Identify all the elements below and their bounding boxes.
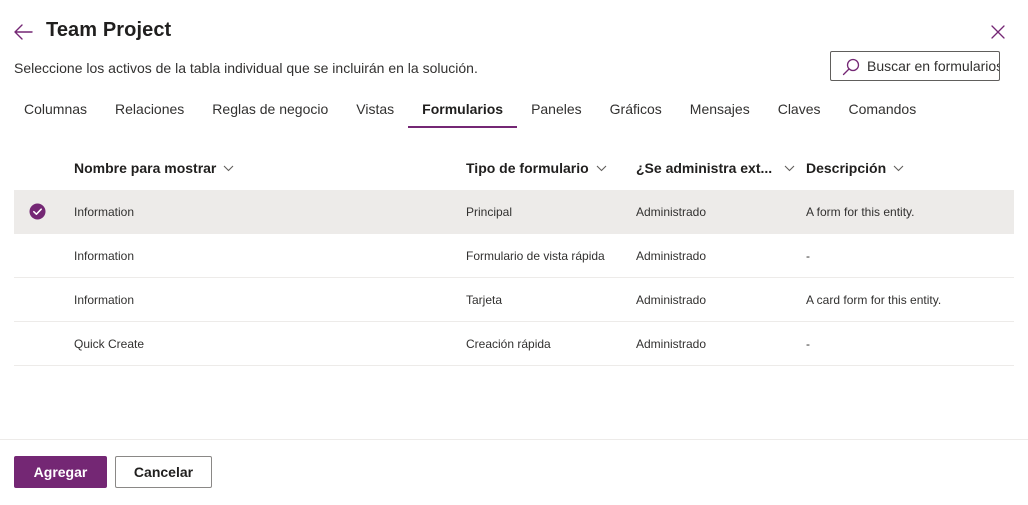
table-header-row: Nombre para mostrar Tipo de formulario ¿… xyxy=(14,146,1014,190)
forms-table: Nombre para mostrar Tipo de formulario ¿… xyxy=(14,146,1014,366)
column-header-label: Tipo de formulario xyxy=(466,160,589,176)
cell-tipo: Creación rápida xyxy=(466,336,551,351)
tab-paneles[interactable]: Paneles xyxy=(517,96,596,130)
cell-administrado: Administrado xyxy=(636,248,707,263)
arrow-left-icon[interactable] xyxy=(12,22,34,42)
row-checkbox[interactable] xyxy=(29,190,49,233)
cell-descripcion: - xyxy=(806,336,810,351)
cell-descripcion: - xyxy=(806,248,810,263)
search-box xyxy=(830,51,1000,81)
cell-administrado: Administrado xyxy=(636,292,707,307)
column-header-label: ¿Se administra ext... xyxy=(636,160,773,176)
table-row[interactable]: Information Principal Administrado A for… xyxy=(14,190,1014,234)
cell-nombre: Information xyxy=(74,204,135,219)
cell-descripcion: A card form for this entity. xyxy=(806,292,942,307)
table-row[interactable]: Quick Create Creación rápida Administrad… xyxy=(14,322,1014,366)
column-header-tipo[interactable]: Tipo de formulario xyxy=(466,146,626,190)
tab-mensajes[interactable]: Mensajes xyxy=(676,96,764,130)
cell-administrado: Administrado xyxy=(636,204,707,219)
tab-relaciones[interactable]: Relaciones xyxy=(101,96,198,130)
footer-divider xyxy=(0,439,1028,440)
tab-graficos[interactable]: Gráficos xyxy=(596,96,676,130)
page-subtitle: Seleccione los activos de la tabla indiv… xyxy=(14,60,478,76)
column-header-label: Descripción xyxy=(806,160,887,176)
column-header-label: Nombre para mostrar xyxy=(74,160,217,176)
chevron-down-icon xyxy=(224,165,234,171)
tab-reglas-de-negocio[interactable]: Reglas de negocio xyxy=(198,96,342,130)
add-button[interactable]: Agregar xyxy=(14,456,107,488)
tab-bar: Columnas Relaciones Reglas de negocio Vi… xyxy=(10,96,930,132)
tab-comandos[interactable]: Comandos xyxy=(835,96,931,130)
search-icon xyxy=(842,58,860,76)
cancel-button[interactable]: Cancelar xyxy=(115,456,212,488)
search-input[interactable] xyxy=(867,52,999,80)
tab-vistas[interactable]: Vistas xyxy=(342,96,408,130)
cell-nombre: Information xyxy=(74,248,135,263)
cell-tipo: Formulario de vista rápida xyxy=(466,248,605,263)
table-row[interactable]: Information Tarjeta Administrado A card … xyxy=(14,278,1014,322)
cell-tipo: Tarjeta xyxy=(466,292,503,307)
chevron-down-icon xyxy=(784,165,795,171)
cell-descripcion: A form for this entity. xyxy=(806,204,915,219)
checkmark-circle-icon xyxy=(29,203,46,220)
tab-columnas[interactable]: Columnas xyxy=(10,96,101,130)
tab-formularios[interactable]: Formularios xyxy=(408,96,517,130)
column-header-nombre[interactable]: Nombre para mostrar xyxy=(74,146,454,190)
page-title: Team Project xyxy=(46,19,172,41)
chevron-down-icon xyxy=(893,165,904,171)
column-header-administra[interactable]: ¿Se administra ext... xyxy=(636,146,801,190)
table-row[interactable]: Information Formulario de vista rápida A… xyxy=(14,234,1014,278)
cell-administrado: Administrado xyxy=(636,336,707,351)
cell-nombre: Information xyxy=(74,292,135,307)
column-header-descripcion[interactable]: Descripción xyxy=(806,146,1011,190)
close-icon[interactable] xyxy=(990,24,1006,40)
chevron-down-icon xyxy=(596,165,607,171)
cell-nombre: Quick Create xyxy=(74,336,145,351)
cell-tipo: Principal xyxy=(466,204,513,219)
tab-claves[interactable]: Claves xyxy=(764,96,835,130)
